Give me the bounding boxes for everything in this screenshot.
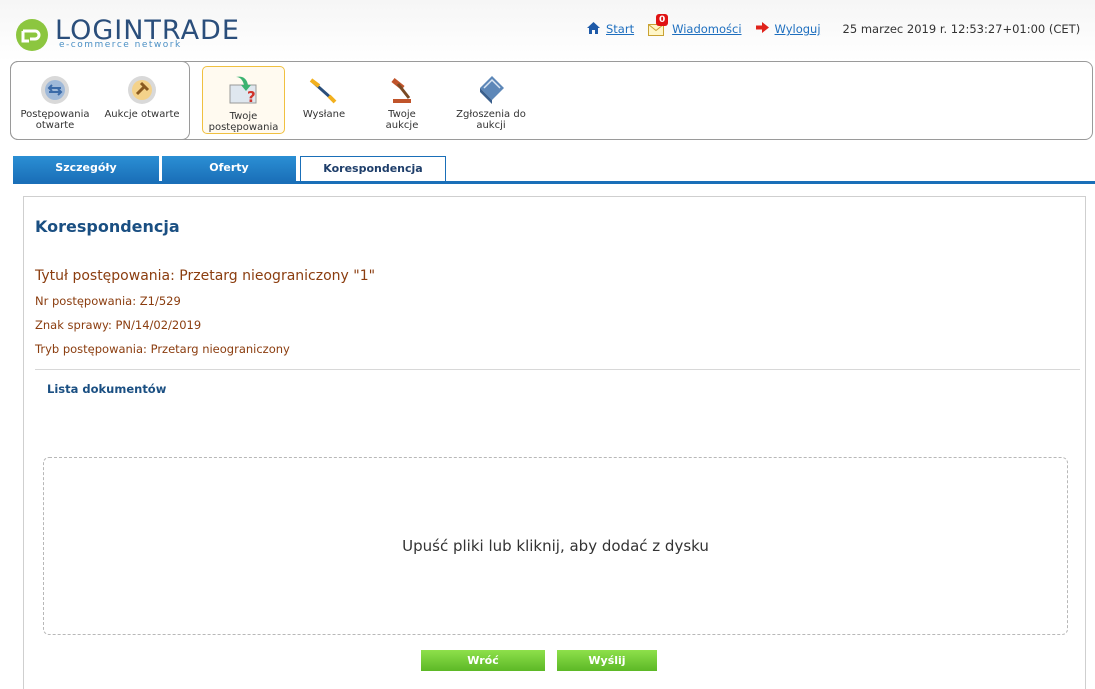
top-navigation: Start 0 Wiadomości Wyloguj 25 marzec 201… [587,14,1081,39]
dropzone-text: Upuść pliki lub kliknij, aby dodać z dys… [402,537,709,555]
your-tenders-icon: ? [229,76,256,106]
logout-arrow-icon [755,22,769,36]
gavel-icon [391,78,411,103]
tender-mode: Tryb postępowania: Przetarg nieograniczo… [35,342,290,356]
logo[interactable]: LOGINTRADE e-commerce network [15,16,275,52]
auction-applications-icon [480,76,504,104]
messages-link[interactable]: Wiadomości [672,22,741,36]
case-sign: Znak sprawy: PN/14/02/2019 [35,318,202,332]
open-tenders-label: Postępowania otwarte [20,109,90,131]
app-window: LOGINTRADE e-commerce network Start 0 Wi… [0,0,1095,689]
home-icon [587,21,600,37]
open-auctions-icon [128,76,156,104]
messages-count-badge: 0 [656,14,669,26]
header: LOGINTRADE e-commerce network Start 0 Wi… [0,0,1095,62]
open-tenders-button[interactable]: Postępowania otwarte [15,62,95,139]
tab-tender-details[interactable]: Szczegóły postępowania [13,156,159,198]
open-auctions-button[interactable]: Aukcje otwarte [97,62,187,139]
tab-correspondence[interactable]: Korespondencja [300,156,446,183]
send-button[interactable]: Wyślij [557,650,657,671]
file-dropzone[interactable]: Upuść pliki lub kliknij, aby dodać z dys… [43,457,1068,635]
page-title: Korespondencja [35,217,180,236]
open-auctions-label: Aukcje otwarte [104,109,180,120]
open-tenders-icon [41,76,69,104]
your-auctions-button[interactable]: Twoje aukcje [371,62,433,139]
start-link[interactable]: Start [606,22,634,36]
tab-offers[interactable]: Oferty [162,156,296,182]
current-datetime: 25 marzec 2019 r. 12:53:27+01:00 (CET) [842,22,1081,36]
sent-label: Wysłane [302,109,346,120]
tender-title: Tytuł postępowania: Przetarg nieogranicz… [35,268,376,284]
main-toolbar: Postępowania otwarte Aukcje otwarte ? Tw… [10,61,1093,140]
logo-subtitle: e-commerce network [59,40,182,50]
sent-pencil-icon [309,78,337,104]
back-button[interactable]: Wróć [421,650,545,671]
envelope-icon: 0 [648,14,669,36]
section-divider [35,369,1080,370]
tab-bar-underline [13,181,1095,184]
logout-link[interactable]: Wyloguj [775,22,821,36]
svg-text:?: ? [247,88,256,106]
correspondence-panel: Korespondencja Tytuł postępowania: Przet… [23,196,1086,689]
tender-number: Nr postępowania: Z1/529 [35,294,181,308]
sent-button[interactable]: Wysłane [293,62,355,139]
your-tenders-button[interactable]: ? Twoje postępowania [202,66,285,134]
auction-applications-button[interactable]: Zgłoszenia do aukcji [449,62,533,139]
your-tenders-label: Twoje postępowania [208,111,279,133]
your-auctions-label: Twoje aukcje [385,109,419,131]
auction-applications-label: Zgłoszenia do aukcji [456,109,526,131]
logo-icon [16,19,48,51]
document-list-label: Lista dokumentów [47,382,167,396]
